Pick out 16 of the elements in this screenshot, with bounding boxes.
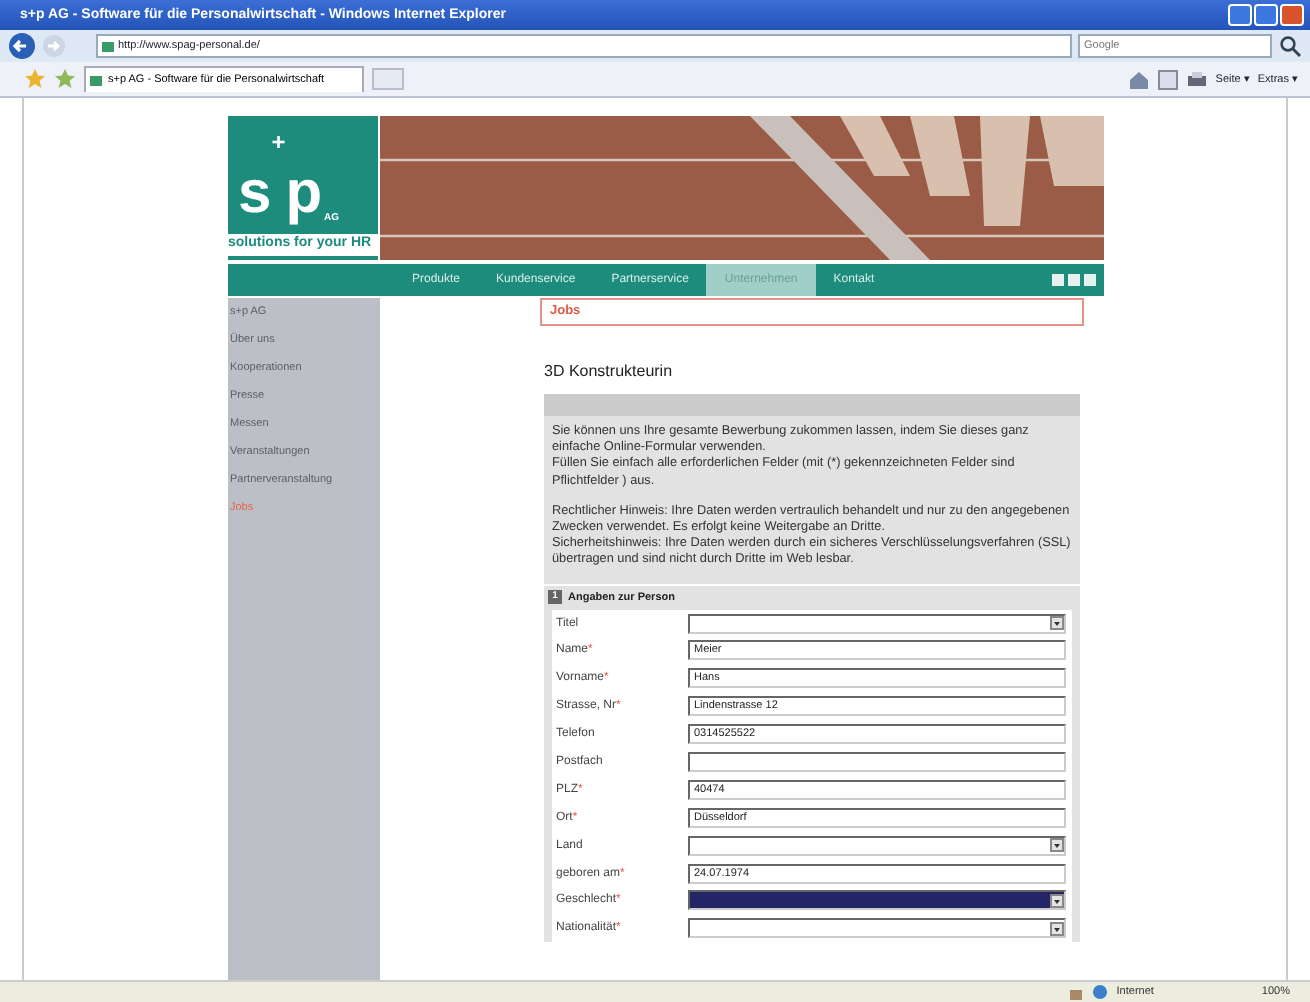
- back-icon[interactable]: [8, 32, 36, 60]
- printer-icon[interactable]: [1185, 69, 1208, 89]
- input-field[interactable]: [688, 752, 1066, 773]
- minimize-button[interactable]: [1228, 4, 1252, 26]
- search-icon[interactable]: [1278, 34, 1302, 58]
- dropdown-arrow-icon: [1050, 893, 1064, 908]
- dropdown-arrow-icon: [1050, 838, 1064, 853]
- dropdown[interactable]: [688, 890, 1066, 911]
- close-button[interactable]: [1280, 4, 1304, 26]
- dropdown-arrow-icon: [1050, 616, 1064, 631]
- job-title: 3D Konstrukteurin: [544, 362, 675, 380]
- maximize-button[interactable]: [1254, 4, 1278, 26]
- globe-icon: [1092, 984, 1109, 1000]
- star-icon[interactable]: [24, 68, 46, 90]
- home-icon[interactable]: [1127, 69, 1150, 89]
- dropdown-arrow-icon: [1050, 921, 1064, 936]
